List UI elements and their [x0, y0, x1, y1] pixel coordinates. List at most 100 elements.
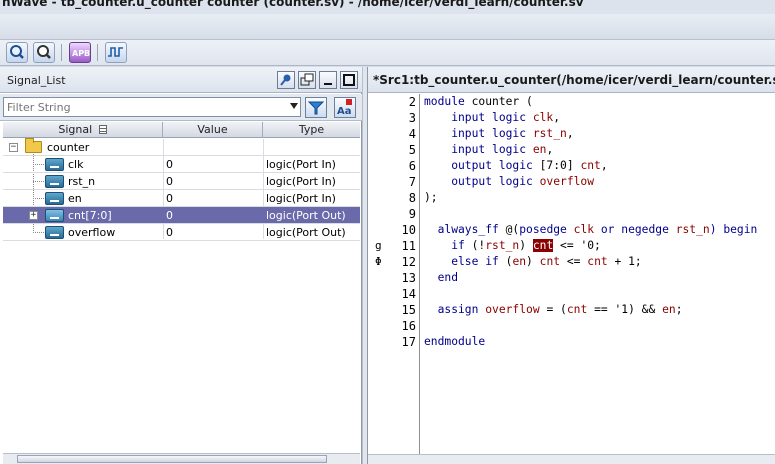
- source-title: *Src1:tb_counter.u_counter(/home/icer/ve…: [373, 73, 775, 87]
- zoom-in-icon[interactable]: [6, 42, 28, 63]
- signal-type: logic(Port In): [266, 158, 336, 171]
- signal-list-title: Signal_List: [7, 74, 66, 87]
- code-line: assign overflow = (cnt == '1) && en;: [424, 303, 683, 316]
- window-title: nWave - tb_counter.u_counter counter (co…: [2, 0, 584, 9]
- signal-name: clk: [68, 158, 84, 171]
- maximize-icon[interactable]: [340, 71, 358, 89]
- code-line: input logic rst_n,: [424, 127, 574, 140]
- minimize-icon[interactable]: [319, 71, 337, 89]
- expand-icon[interactable]: +: [29, 211, 38, 220]
- source-code-area[interactable]: module counter ( input logic clk, input …: [424, 94, 775, 454]
- code-line: else if (en) cnt <= cnt + 1;: [424, 255, 642, 268]
- port-out-icon: [45, 226, 64, 239]
- filter-icon[interactable]: [305, 97, 327, 118]
- code-line: endmodule: [424, 335, 486, 348]
- source-horizontal-scrollbar[interactable]: [368, 454, 775, 464]
- signal-name: overflow: [68, 226, 116, 239]
- signal-name: cnt[7:0]: [68, 209, 112, 222]
- signal-list-header: Signal_List: [0, 67, 362, 93]
- signal-name: counter: [47, 141, 90, 154]
- undock-icon[interactable]: [298, 71, 316, 89]
- menu-bar: [0, 14, 775, 40]
- signal-row-rst-n[interactable]: rst_n 0 logic(Port In): [3, 173, 360, 190]
- column-header-type[interactable]: Type: [263, 122, 360, 138]
- tree-row-counter[interactable]: − counter: [3, 138, 360, 156]
- app-window: nWave - tb_counter.u_counter counter (co…: [0, 0, 775, 464]
- line-number: 10: [401, 223, 416, 237]
- svg-text:Aa: Aa: [337, 106, 352, 117]
- highlighted-signal[interactable]: cnt: [532, 239, 554, 252]
- line-number-gutter: 2 3 4 5 6 7 8 9 10 11 12 13 14 15 16 17 …: [368, 94, 420, 454]
- signal-type: logic(Port Out): [266, 226, 346, 239]
- collapse-icon[interactable]: −: [9, 143, 18, 152]
- toolbar-separator: [61, 44, 62, 61]
- port-in-icon: [45, 175, 64, 188]
- code-line: module counter (: [424, 95, 533, 108]
- source-panel: *Src1:tb_counter.u_counter(/home/icer/ve…: [367, 67, 775, 464]
- signal-type: logic(Port Out): [266, 209, 346, 222]
- line-number: 8: [408, 191, 416, 205]
- signal-type: logic(Port In): [266, 175, 336, 188]
- signal-row-cnt[interactable]: + cnt[7:0] 0 logic(Port Out): [3, 207, 360, 224]
- line-number: 14: [401, 287, 416, 301]
- code-line: end: [424, 271, 459, 284]
- line-number: 17: [401, 335, 416, 349]
- signal-table-header: Signal Value Type: [3, 122, 360, 138]
- code-line: if (!rst_n) cnt <= '0;: [424, 239, 601, 252]
- line-number: 3: [408, 111, 416, 125]
- toolbar: APB: [0, 40, 775, 66]
- port-in-icon: [45, 158, 64, 171]
- filter-input[interactable]: [7, 99, 283, 115]
- chevron-down-icon[interactable]: [290, 103, 298, 109]
- signal-row-en[interactable]: en 0 logic(Port In): [3, 190, 360, 207]
- signal-name: en: [68, 192, 82, 205]
- column-header-signal[interactable]: Signal: [3, 122, 163, 138]
- window-title-bar: nWave - tb_counter.u_counter counter (co…: [0, 0, 775, 14]
- signal-table: − counter clk 0 logic(Port In) rst_n 0 l…: [3, 138, 360, 241]
- signal-value: 0: [166, 209, 173, 222]
- line-number: 11: [401, 239, 416, 253]
- line-number: 9: [408, 207, 416, 221]
- line-number: 2: [408, 95, 416, 109]
- driver-marker-icon[interactable]: g: [375, 238, 382, 254]
- code-line: input logic en,: [424, 143, 554, 156]
- load-marker-icon[interactable]: Φ: [375, 254, 382, 270]
- code-line: );: [424, 191, 438, 204]
- port-in-icon: [45, 192, 64, 205]
- line-number: 13: [401, 271, 416, 285]
- line-number: 16: [401, 319, 416, 333]
- signal-type: logic(Port In): [266, 192, 336, 205]
- column-menu-icon[interactable]: [98, 125, 107, 134]
- horizontal-scrollbar[interactable]: [3, 453, 360, 464]
- signal-value: 0: [166, 158, 173, 171]
- waveform-icon[interactable]: [105, 42, 127, 63]
- filter-field[interactable]: [3, 97, 301, 117]
- column-header-value[interactable]: Value: [163, 122, 263, 138]
- line-number: 12: [401, 255, 416, 269]
- svg-text:APB: APB: [72, 49, 90, 58]
- pin-icon[interactable]: [277, 71, 295, 89]
- line-number: 6: [408, 159, 416, 173]
- signal-value: 0: [166, 175, 173, 188]
- signal-row-overflow[interactable]: overflow 0 logic(Port Out): [3, 224, 360, 241]
- scrollbar-thumb[interactable]: [17, 455, 327, 463]
- apb-icon[interactable]: APB: [69, 42, 91, 63]
- signal-list-panel: Signal_List Aa: [0, 67, 362, 464]
- code-line: output logic [7:0] cnt,: [424, 159, 608, 172]
- source-header: *Src1:tb_counter.u_counter(/home/icer/ve…: [368, 67, 775, 93]
- filter-row: Aa: [0, 94, 362, 121]
- signal-row-clk[interactable]: clk 0 logic(Port In): [3, 156, 360, 173]
- line-number: 4: [408, 127, 416, 141]
- line-number: 5: [408, 143, 416, 157]
- zoom-fit-icon[interactable]: [33, 42, 55, 63]
- match-case-icon[interactable]: Aa: [334, 97, 356, 118]
- folder-icon: [25, 138, 42, 153]
- toolbar-separator: [97, 44, 98, 61]
- signal-value: 0: [166, 226, 173, 239]
- port-out-bus-icon: [45, 209, 64, 222]
- code-line: input logic clk,: [424, 111, 561, 124]
- code-line: output logic overflow: [424, 175, 595, 188]
- signal-value: 0: [166, 192, 173, 205]
- code-line: always_ff @(posedge clk or negedge rst_n…: [424, 223, 758, 236]
- line-number: 7: [408, 175, 416, 189]
